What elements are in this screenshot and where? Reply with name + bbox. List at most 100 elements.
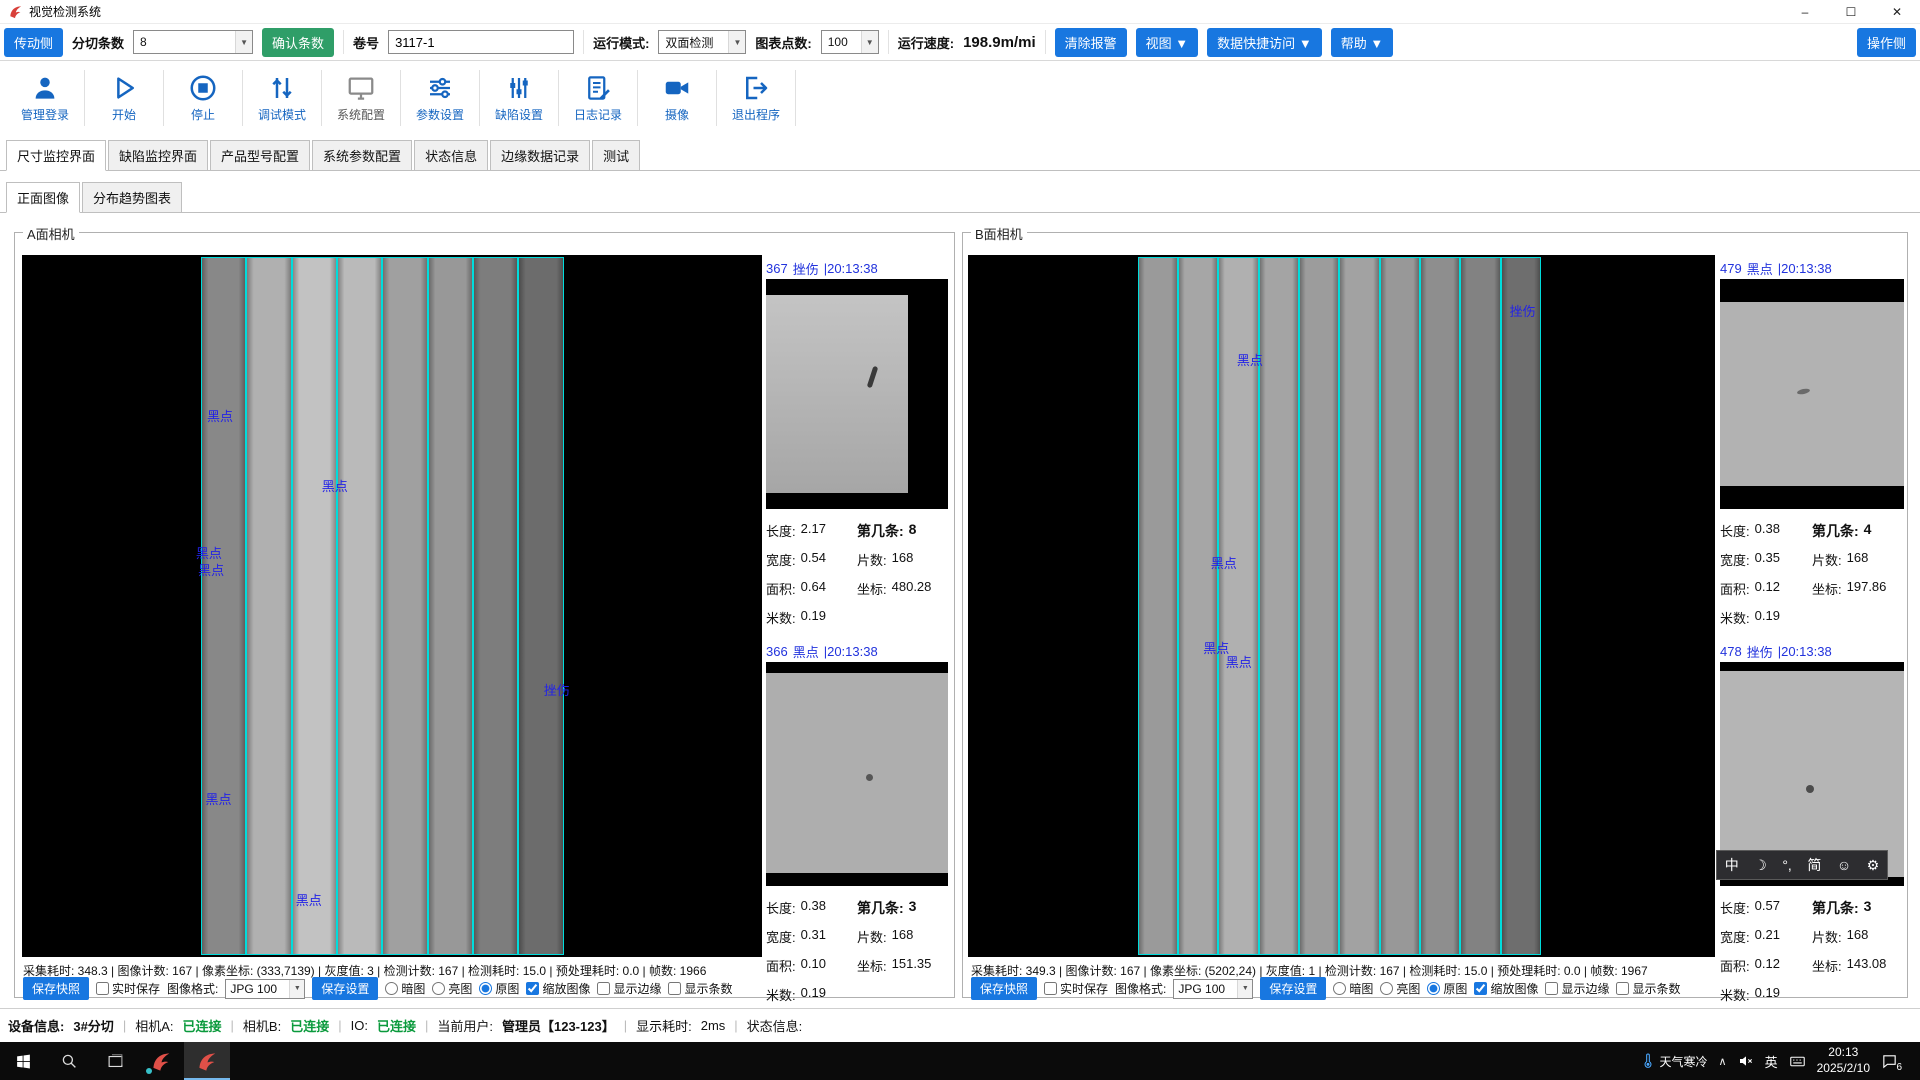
dark-image-radio[interactable]: 暗图 (1333, 980, 1373, 997)
bright-image-radio[interactable]: 亮图 (1380, 980, 1420, 997)
emoji-icon[interactable]: ☺ (1837, 857, 1851, 873)
width-label: 宽度: (766, 550, 796, 569)
system-config-button[interactable]: 系统配置 (322, 73, 400, 123)
tab-system-parameter-config[interactable]: 系统参数配置 (312, 140, 412, 171)
save-settings-button[interactable]: 保存设置 (312, 977, 378, 1000)
radio-icon[interactable] (1380, 982, 1393, 995)
show-edges-checkbox[interactable]: 显示边缘 (597, 980, 661, 997)
exit-program-button[interactable]: 退出程序 (717, 73, 795, 123)
camera-a-image[interactable]: 黑点黑点黑点黑点挫伤黑点黑点 (22, 255, 762, 957)
tab-edge-data-record[interactable]: 边缘数据记录 (490, 140, 590, 171)
defect-card[interactable]: 478 挫伤 |20:13:38 长度:0.57第几条:3 宽度:0.21片数:… (1720, 640, 1904, 1009)
checkbox-icon[interactable] (597, 982, 610, 995)
search-button[interactable] (46, 1042, 92, 1080)
data-shortcut-menu-button[interactable]: 数据快捷访问 ▼ (1207, 28, 1322, 57)
tab-size-monitor[interactable]: 尺寸监控界面 (6, 140, 106, 171)
tab-product-model-config[interactable]: 产品型号配置 (210, 140, 310, 171)
chevron-down-icon: ▼ (1237, 980, 1252, 998)
subtab-trend-chart[interactable]: 分布趋势图表 (82, 182, 182, 213)
speaker-muted-icon[interactable] (1738, 1053, 1754, 1069)
show-strip-count-checkbox[interactable]: 显示条数 (1616, 980, 1680, 997)
bright-image-radio[interactable]: 亮图 (432, 980, 472, 997)
defect-card[interactable]: 479 黑点 |20:13:38 长度:0.38第几条:4 宽度:0.35片数:… (1720, 257, 1904, 632)
realtime-save-checkbox[interactable]: 实时保存 (96, 980, 160, 997)
checkbox-icon[interactable] (1044, 982, 1057, 995)
input-language-indicator[interactable]: 英 (1765, 1052, 1778, 1071)
punctuation-mode-icon[interactable]: °, (1782, 857, 1792, 873)
radio-icon[interactable] (432, 982, 445, 995)
subtab-front-image[interactable]: 正面图像 (6, 182, 80, 213)
hidden-icons-button[interactable]: ∧ (1719, 1055, 1727, 1068)
ime-toolbar[interactable]: 中 ☽ °, 简 ☺ ⚙ (1716, 850, 1888, 880)
chart-points-select[interactable]: 100 ▼ (821, 30, 879, 54)
taskbar-clock[interactable]: 20:13 2025/2/10 (1817, 1045, 1870, 1076)
camera-record-button[interactable]: 摄像 (638, 73, 716, 123)
maximize-button[interactable]: ☐ (1828, 0, 1874, 23)
slit-count-select[interactable]: 8 ▼ (133, 30, 253, 54)
radio-icon[interactable] (1333, 982, 1346, 995)
drive-side-button[interactable]: 传动侧 (4, 28, 63, 57)
run-speed-label: 运行速度: (898, 33, 954, 52)
run-mode-select[interactable]: 双面检测 ▼ (658, 30, 746, 54)
taskbar-app-inspection-active[interactable] (184, 1042, 230, 1080)
save-settings-button[interactable]: 保存设置 (1260, 977, 1326, 1000)
checkbox-icon[interactable] (526, 982, 539, 995)
tab-status-info[interactable]: 状态信息 (414, 140, 488, 171)
realtime-save-checkbox[interactable]: 实时保存 (1044, 980, 1108, 997)
radio-icon[interactable] (479, 982, 492, 995)
simplified-chinese-icon[interactable]: 简 (1807, 855, 1821, 875)
stop-button[interactable]: 停止 (164, 73, 242, 123)
checkbox-icon[interactable] (1616, 982, 1629, 995)
camera-b-image[interactable]: 挫伤黑点黑点黑点黑点 (968, 255, 1715, 957)
original-image-radio[interactable]: 原图 (479, 980, 519, 997)
defect-cards-column-b: 479 黑点 |20:13:38 长度:0.38第几条:4 宽度:0.35片数:… (1720, 257, 1904, 1017)
operator-side-button[interactable]: 操作侧 (1857, 28, 1916, 57)
meters-value: 0.19 (801, 608, 826, 627)
roll-number-input[interactable] (388, 30, 574, 54)
zoom-image-checkbox[interactable]: 缩放图像 (526, 980, 590, 997)
gear-icon[interactable]: ⚙ (1867, 857, 1880, 874)
checkbox-icon[interactable] (1545, 982, 1558, 995)
show-strip-count-checkbox[interactable]: 显示条数 (668, 980, 732, 997)
zoom-image-checkbox[interactable]: 缩放图像 (1474, 980, 1538, 997)
image-format-select[interactable]: JPG 100 ▼ (1173, 979, 1253, 999)
checkbox-icon[interactable] (1474, 982, 1487, 995)
original-image-radio[interactable]: 原图 (1427, 980, 1467, 997)
main-tab-bar: 尺寸监控界面 缺陷监控界面 产品型号配置 系统参数配置 状态信息 边缘数据记录 … (0, 141, 1920, 171)
moon-icon[interactable]: ☽ (1754, 857, 1767, 874)
ime-chinese-mode[interactable]: 中 (1725, 855, 1739, 875)
snapshot-button[interactable]: 保存快照 (971, 977, 1037, 1000)
taskbar-app-inspection[interactable] (138, 1042, 184, 1080)
defect-card[interactable]: 367 挫伤 |20:13:38 长度:2.17第几条:8 宽度:0.54片数:… (766, 257, 948, 632)
task-view-button[interactable] (92, 1042, 138, 1080)
checkbox-icon[interactable] (668, 982, 681, 995)
action-center-button[interactable]: 6 (1881, 1053, 1898, 1070)
weather-widget[interactable]: 天气寒冷 (1640, 1053, 1708, 1070)
parameter-settings-button[interactable]: 参数设置 (401, 73, 479, 123)
tab-defect-monitor[interactable]: 缺陷监控界面 (108, 140, 208, 171)
help-menu-button[interactable]: 帮助 ▼ (1331, 28, 1394, 57)
snapshot-button[interactable]: 保存快照 (23, 977, 89, 1000)
manage-login-button[interactable]: 管理登录 (6, 73, 84, 123)
chevron-down-icon: ▼ (728, 31, 745, 53)
close-button[interactable]: ✕ (1874, 0, 1920, 23)
start-button[interactable]: 开始 (85, 73, 163, 123)
defect-settings-button[interactable]: 缺陷设置 (480, 73, 558, 123)
tab-test[interactable]: 测试 (592, 140, 640, 171)
view-menu-button[interactable]: 视图 ▼ (1136, 28, 1199, 57)
confirm-count-button[interactable]: 确认条数 (262, 28, 334, 57)
image-format-select[interactable]: JPG 100 ▼ (225, 979, 305, 999)
minimize-button[interactable]: – (1782, 0, 1828, 23)
debug-mode-button[interactable]: 调试模式 (243, 73, 321, 123)
checkbox-icon[interactable] (96, 982, 109, 995)
start-button[interactable] (0, 1042, 46, 1080)
dark-image-radio[interactable]: 暗图 (385, 980, 425, 997)
clear-alarm-button[interactable]: 清除报警 (1055, 28, 1127, 57)
log-record-button[interactable]: 日志记录 (559, 73, 637, 123)
radio-icon[interactable] (385, 982, 398, 995)
radio-icon[interactable] (1427, 982, 1440, 995)
touch-keyboard-icon[interactable] (1789, 1053, 1806, 1070)
defect-card[interactable]: 366 黑点 |20:13:38 长度:0.38第几条:3 宽度:0.31片数:… (766, 640, 948, 1009)
show-edges-checkbox[interactable]: 显示边缘 (1545, 980, 1609, 997)
defect-cards-column-a: 367 挫伤 |20:13:38 长度:2.17第几条:8 宽度:0.54片数:… (766, 257, 948, 1017)
